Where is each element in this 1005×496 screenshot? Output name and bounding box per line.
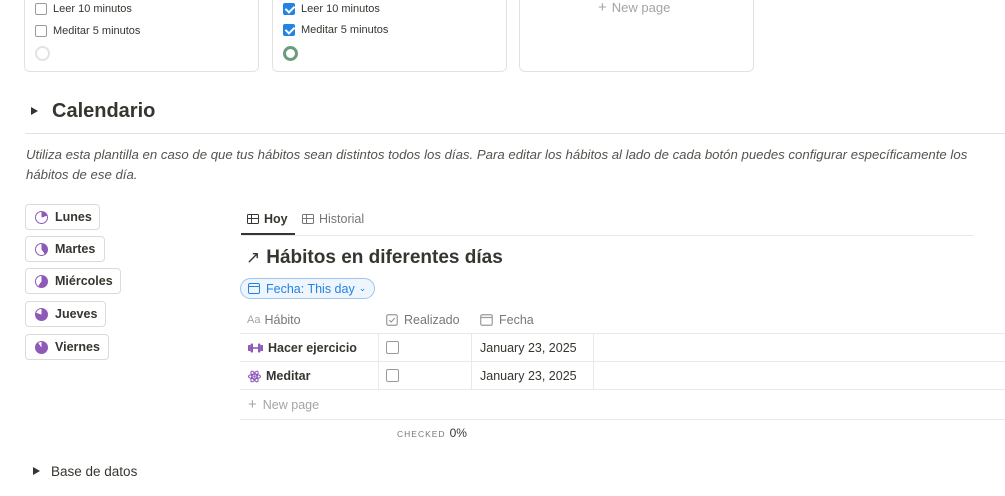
- habit-name: Meditar: [266, 369, 311, 383]
- tab-label: Historial: [319, 212, 365, 226]
- new-page-label: New page: [611, 0, 671, 15]
- calendar-type-icon: [480, 314, 493, 326]
- column-divider: [593, 334, 594, 389]
- tab-divider: [241, 235, 974, 236]
- tab-hoy[interactable]: Hoy: [247, 211, 288, 227]
- pie-clock-icon: [35, 307, 48, 321]
- divider: [25, 133, 1005, 134]
- checkbox[interactable]: [35, 3, 47, 15]
- atom-icon: [248, 370, 261, 383]
- database-title-link[interactable]: ↗ Hábitos en diferentes días: [246, 245, 503, 271]
- day-button-viernes[interactable]: Viernes: [25, 334, 109, 360]
- column-divider: [471, 334, 472, 389]
- tab-historial[interactable]: Historial: [302, 211, 364, 227]
- checkbox-type-icon: [386, 314, 398, 326]
- dumbbell-icon: [248, 342, 263, 354]
- toggle-label: Base de datos: [51, 463, 138, 479]
- plus-icon: +: [248, 396, 257, 413]
- table-icon: [247, 214, 259, 224]
- checklist-label: Leer 10 minutos: [301, 3, 380, 15]
- day-button-label: Martes: [55, 242, 96, 256]
- realizado-checkbox[interactable]: [386, 369, 399, 382]
- pie-clock-icon: [35, 242, 48, 256]
- column-header-habit[interactable]: Aa Hábito: [247, 312, 301, 328]
- column-header-label: Realizado: [404, 313, 460, 327]
- progress-ring-complete-icon: [283, 46, 298, 61]
- row-divider: [240, 389, 1005, 390]
- summary-label: CHECKED: [397, 429, 446, 439]
- calendar-icon: [248, 283, 260, 294]
- base-de-datos-toggle[interactable]: Base de datos: [33, 463, 137, 479]
- checkbox-checked[interactable]: [283, 24, 295, 36]
- column-divider: [378, 334, 379, 389]
- plus-icon: +: [598, 0, 607, 16]
- tab-label: Hoy: [264, 212, 288, 226]
- text-type-icon: Aa: [247, 314, 261, 326]
- checklist-label: Leer 10 minutos: [53, 3, 132, 15]
- section-description: Utiliza esta plantilla en caso de que tu…: [26, 147, 968, 182]
- column-header-label: Hábito: [264, 313, 301, 327]
- row-divider: [240, 333, 1005, 334]
- day-button-lunes[interactable]: Lunes: [25, 204, 100, 230]
- checkbox-checked[interactable]: [283, 3, 295, 15]
- day-button-label: Miércoles: [55, 274, 113, 288]
- day-button-label: Lunes: [55, 210, 92, 224]
- day-button-martes[interactable]: Martes: [25, 236, 105, 262]
- column-header-fecha[interactable]: Fecha: [480, 312, 534, 328]
- table-row-name[interactable]: Meditar: [248, 368, 310, 384]
- toggle-triangle-icon[interactable]: [33, 467, 40, 475]
- new-page-row-button[interactable]: + New page: [248, 397, 319, 412]
- toggle-triangle-icon[interactable]: [31, 107, 38, 115]
- calendario-toggle[interactable]: Calendario: [31, 98, 155, 124]
- checklist-label: Meditar 5 minutos: [53, 25, 141, 37]
- new-page-button[interactable]: + New page: [598, 0, 670, 15]
- checkbox[interactable]: [35, 25, 47, 37]
- database-title: Hábitos en diferentes días: [266, 247, 503, 268]
- checklist-item[interactable]: Leer 10 minutos: [35, 1, 132, 17]
- table-row-name[interactable]: Hacer ejercicio: [248, 340, 357, 356]
- row-divider: [240, 361, 1005, 362]
- arrow-up-right-icon: ↗: [246, 248, 261, 267]
- checklist-item[interactable]: Leer 10 minutos: [283, 1, 380, 17]
- section-title: Calendario: [52, 99, 156, 122]
- day-button-label: Jueves: [55, 307, 98, 321]
- column-header-label: Fecha: [499, 313, 534, 327]
- habit-card-2[interactable]: Leer 10 minutos Meditar 5 minutos: [272, 0, 507, 72]
- date-filter-pill[interactable]: Fecha: This day ⌄: [240, 278, 376, 299]
- checklist-label: Meditar 5 minutos: [301, 24, 389, 36]
- chevron-down-icon: ⌄: [358, 283, 367, 293]
- habit-card-1[interactable]: Leer 10 minutos Meditar 5 minutos: [24, 0, 259, 72]
- day-button-jueves[interactable]: Jueves: [25, 301, 106, 327]
- filter-label: Fecha: This day: [266, 281, 355, 296]
- realizado-checkbox[interactable]: [386, 341, 399, 354]
- date-cell[interactable]: January 23, 2025: [480, 368, 577, 384]
- checked-summary[interactable]: CHECKED 0%: [397, 426, 467, 440]
- date-cell[interactable]: January 23, 2025: [480, 340, 577, 356]
- table-icon: [302, 214, 314, 224]
- pie-clock-icon: [35, 340, 48, 354]
- checklist-item[interactable]: Meditar 5 minutos: [283, 22, 388, 38]
- progress-ring-icon: [35, 46, 50, 61]
- new-page-label: New page: [262, 397, 320, 412]
- row-divider: [240, 419, 1005, 420]
- day-button-miercoles[interactable]: Miércoles: [25, 268, 121, 294]
- new-card[interactable]: + New page: [519, 0, 754, 72]
- summary-value: 0%: [449, 426, 467, 440]
- habit-name: Hacer ejercicio: [268, 341, 357, 355]
- checklist-item[interactable]: Meditar 5 minutos: [35, 23, 140, 39]
- pie-clock-icon: [35, 210, 48, 224]
- column-header-realizado[interactable]: Realizado: [386, 312, 460, 328]
- day-button-label: Viernes: [55, 340, 100, 354]
- pie-clock-icon: [35, 274, 48, 288]
